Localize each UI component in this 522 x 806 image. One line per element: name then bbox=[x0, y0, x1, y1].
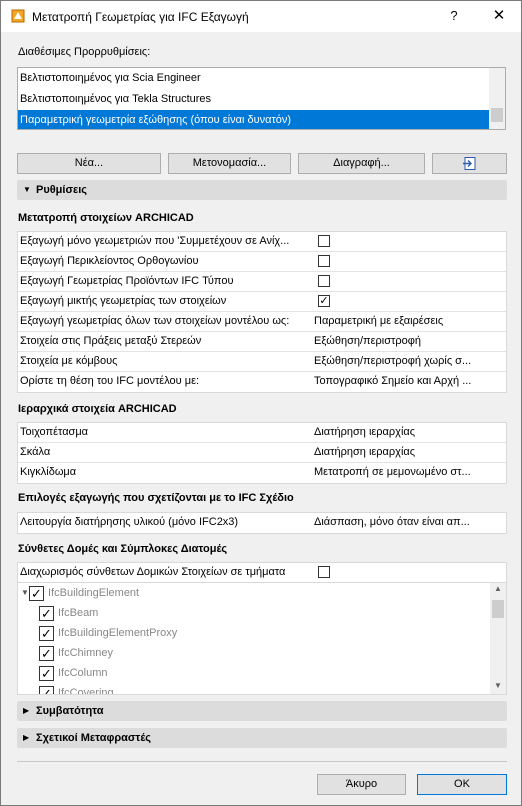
setting-label: Εξαγωγή Γεωμετρίας Προϊόντων IFC Τύπου bbox=[20, 275, 234, 287]
footer-divider bbox=[17, 761, 507, 762]
checkbox-checked[interactable]: ✓ bbox=[39, 686, 54, 694]
close-button[interactable]: ✕ bbox=[485, 5, 513, 27]
export-preset-button[interactable] bbox=[432, 153, 507, 174]
setting-value[interactable]: Τοπογραφικό Σημείο και Αρχή ... bbox=[314, 372, 504, 391]
setting-row[interactable]: Εξαγωγή μικτής γεωμετρίας των στοιχείων … bbox=[18, 292, 506, 312]
setting-label: Κιγκλίδωμα bbox=[20, 466, 77, 478]
setting-row[interactable]: Εξαγωγή μόνο γεωμετριών που 'Συμμετέχουν… bbox=[18, 232, 506, 252]
tree-item-label: IfcBuildingElement bbox=[48, 587, 140, 599]
help-button[interactable]: ? bbox=[442, 5, 466, 27]
setting-row[interactable]: Ορίστε τη θέση του IFC μοντέλου με: Τοπο… bbox=[18, 372, 506, 392]
setting-row[interactable]: Εξαγωγή γεωμετρίας όλων των στοιχείων μο… bbox=[18, 312, 506, 332]
setting-label: Σκάλα bbox=[20, 446, 51, 458]
setting-row[interactable]: Εξαγωγή Γεωμετρίας Προϊόντων IFC Τύπου bbox=[18, 272, 506, 292]
window-title: Μετατροπή Γεωμετρίας για IFC Εξαγωγή bbox=[32, 10, 249, 24]
scroll-up-icon[interactable]: ▲ bbox=[494, 584, 502, 593]
settings-section-header[interactable]: ▼ Ρυθμίσεις bbox=[17, 180, 507, 200]
tree-item-label: IfcColumn bbox=[58, 667, 108, 679]
setting-value[interactable]: Μετατροπή σε μεμονωμένο στ... bbox=[314, 463, 504, 482]
presets-scrollbar[interactable] bbox=[489, 68, 505, 129]
archicad-app-icon bbox=[11, 9, 25, 23]
convert-settings-grid: Εξαγωγή μόνο γεωμετριών που 'Συμμετέχουν… bbox=[17, 231, 507, 393]
composite-group-title: Σύνθετες Δομές και Σύμπλοκες Διατομές bbox=[18, 543, 228, 555]
delete-preset-button[interactable]: Διαγραφή... bbox=[298, 153, 425, 174]
checkbox-checked[interactable]: ✓ bbox=[318, 295, 330, 307]
tree-item-label: IfcCovering bbox=[58, 687, 114, 695]
presets-scroll-thumb[interactable] bbox=[491, 108, 503, 122]
setting-row[interactable]: Κιγκλίδωμα Μετατροπή σε μεμονωμένο στ... bbox=[18, 463, 506, 483]
dialog-window: Μετατροπή Γεωμετρίας για IFC Εξαγωγή ? ✕… bbox=[0, 0, 522, 806]
setting-row[interactable]: Στοιχεία με κόμβους Εξώθηση/περιστροφή χ… bbox=[18, 352, 506, 372]
collapse-triangle-icon: ▼ bbox=[23, 185, 31, 194]
tree-item-label: IfcBuildingElementProxy bbox=[58, 627, 178, 639]
setting-value[interactable]: Εξώθηση/περιστροφή bbox=[314, 332, 504, 351]
checkbox-checked[interactable]: ✓ bbox=[39, 646, 54, 661]
setting-label: Ορίστε τη θέση του IFC μοντέλου με: bbox=[20, 375, 200, 387]
presets-list[interactable]: Βελτιστοποιημένος για Scia Engineer Βελτ… bbox=[17, 67, 506, 130]
translators-section-header[interactable]: ▶ Σχετικοί Μεταφραστές bbox=[17, 728, 507, 748]
setting-label: Εξαγωγή μικτής γεωμετρίας των στοιχείων bbox=[20, 295, 227, 307]
checkbox-checked[interactable]: ✓ bbox=[39, 606, 54, 621]
ok-button[interactable]: OK bbox=[417, 774, 507, 795]
setting-label: Στοιχεία με κόμβους bbox=[20, 355, 118, 367]
hierarchy-group-title: Ιεραρχικά στοιχεία ARCHICAD bbox=[18, 403, 177, 415]
setting-label: Στοιχεία στις Πράξεις μεταξύ Στερεών bbox=[20, 335, 202, 347]
ifc-plan-group-title: Επιλογές εξαγωγής που σχετίζονται με το … bbox=[18, 492, 294, 504]
setting-row[interactable]: Εξαγωγή Περικλείοντος Ορθογωνίου bbox=[18, 252, 506, 272]
hierarchy-settings-grid: Τοιχοπέτασμα Διατήρηση ιεραρχίας Σκάλα Δ… bbox=[17, 422, 507, 484]
translators-label: Σχετικοί Μεταφραστές bbox=[36, 732, 152, 744]
checkbox-checked[interactable]: ✓ bbox=[39, 626, 54, 641]
setting-value[interactable]: Διάσπαση, μόνο όταν είναι απ... bbox=[314, 513, 504, 532]
compatibility-label: Συμβατότητα bbox=[36, 705, 104, 717]
checkbox-checked[interactable]: ✓ bbox=[39, 666, 54, 681]
setting-label: Εξαγωγή Περικλείοντος Ορθογωνίου bbox=[20, 255, 199, 267]
settings-header-label: Ρυθμίσεις bbox=[36, 184, 87, 196]
convert-group-title: Μετατροπή στοιχείων ARCHICAD bbox=[18, 212, 194, 224]
ifc-element-tree[interactable]: ▼ ✓ IfcBuildingElement ✓ IfcBeam ✓ IfcBu… bbox=[17, 582, 507, 695]
export-icon bbox=[462, 157, 475, 170]
checkbox[interactable] bbox=[318, 255, 330, 267]
tree-item-label: IfcChimney bbox=[58, 647, 114, 659]
setting-label: Λειτουργία διατήρησης υλικού (μόνο IFC2x… bbox=[20, 516, 239, 528]
expand-triangle-icon: ▶ bbox=[23, 733, 30, 742]
preset-item[interactable]: Βελτιστοποιημένος για Scia Engineer bbox=[18, 68, 490, 88]
title-bar: Μετατροπή Γεωμετρίας για IFC Εξαγωγή ? ✕ bbox=[1, 1, 521, 32]
new-preset-button[interactable]: Νέα... bbox=[17, 153, 161, 174]
expand-arrow-icon[interactable]: ▼ bbox=[21, 583, 29, 603]
scroll-down-icon[interactable]: ▼ bbox=[494, 681, 502, 690]
setting-value[interactable]: Εξώθηση/περιστροφή χωρίς σ... bbox=[314, 352, 504, 371]
tree-item-label: IfcBeam bbox=[58, 607, 99, 619]
setting-label: Εξαγωγή γεωμετρίας όλων των στοιχείων μο… bbox=[20, 315, 290, 327]
preset-item-selected[interactable]: Παραμετρική γεωμετρία εξώθησης (όπου είν… bbox=[18, 110, 490, 129]
preset-item[interactable]: Βελτιστοποιημένος για Tekla Structures bbox=[18, 89, 490, 109]
setting-row[interactable]: Στοιχεία στις Πράξεις μεταξύ Στερεών Εξώ… bbox=[18, 332, 506, 352]
tree-scrollbar[interactable]: ▲ ▼ bbox=[490, 583, 506, 694]
setting-value[interactable]: Διατήρηση ιεραρχίας bbox=[314, 443, 504, 462]
expand-triangle-icon: ▶ bbox=[23, 706, 30, 715]
rename-preset-button[interactable]: Μετονομασία... bbox=[168, 153, 291, 174]
checkbox[interactable] bbox=[318, 275, 330, 287]
compatibility-section-header[interactable]: ▶ Συμβατότητα bbox=[17, 701, 507, 721]
setting-label: Τοιχοπέτασμα bbox=[20, 426, 89, 438]
checkbox[interactable] bbox=[318, 235, 330, 247]
checkbox-checked[interactable]: ✓ bbox=[29, 586, 44, 601]
setting-row[interactable]: Λειτουργία διατήρησης υλικού (μόνο IFC2x… bbox=[18, 513, 506, 533]
tree-scroll-thumb[interactable] bbox=[492, 600, 504, 618]
cancel-button[interactable]: Άκυρο bbox=[317, 774, 406, 795]
setting-row[interactable]: Σκάλα Διατήρηση ιεραρχίας bbox=[18, 443, 506, 463]
split-composites-row[interactable]: Διαχωρισμός σύνθετων Δομικών Στοιχείων σ… bbox=[17, 562, 507, 583]
setting-row[interactable]: Τοιχοπέτασμα Διατήρηση ιεραρχίας bbox=[18, 423, 506, 443]
setting-value[interactable]: Παραμετρική με εξαιρέσεις bbox=[314, 312, 504, 331]
split-composites-checkbox[interactable] bbox=[318, 566, 330, 578]
setting-label: Εξαγωγή μόνο γεωμετριών που 'Συμμετέχουν… bbox=[20, 235, 290, 247]
split-composites-label: Διαχωρισμός σύνθετων Δομικών Στοιχείων σ… bbox=[20, 566, 286, 578]
presets-label: Διαθέσιμες Προρρυθμίσεις: bbox=[18, 46, 151, 58]
ifc-plan-settings-grid: Λειτουργία διατήρησης υλικού (μόνο IFC2x… bbox=[17, 512, 507, 534]
setting-value[interactable]: Διατήρηση ιεραρχίας bbox=[314, 423, 504, 442]
